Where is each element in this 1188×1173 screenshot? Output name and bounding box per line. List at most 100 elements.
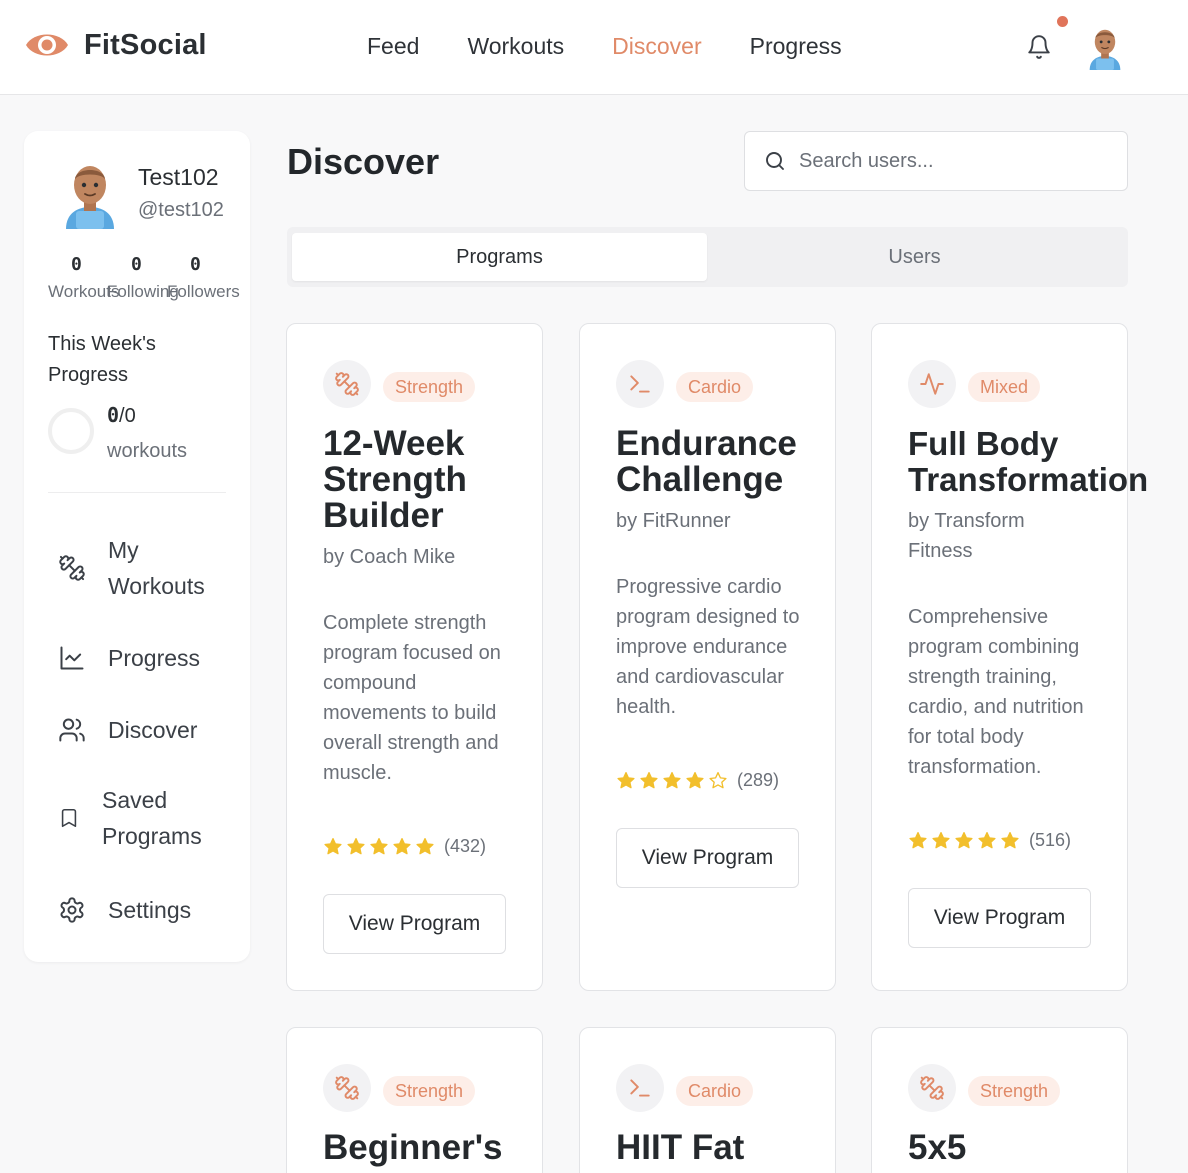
discover-tabs: Programs Users <box>287 227 1128 287</box>
rating-count: (516) <box>1029 830 1072 850</box>
view-program-button[interactable]: View Program <box>323 894 506 954</box>
profile-sidebar: Test102 @test102 0 0 0 Workouts Followin… <box>24 131 250 962</box>
workouts-count: 0 <box>71 254 82 275</box>
user-avatar[interactable] <box>1082 24 1128 70</box>
category-badge: Strength <box>383 372 476 402</box>
category-badge: Mixed <box>968 372 1041 402</box>
star-filled-icon <box>978 831 996 848</box>
view-program-button[interactable]: View Program <box>616 828 799 888</box>
category-badge: Cardio <box>676 372 754 402</box>
sidebar-item-saved-programs[interactable]: Saved Programs <box>58 782 222 854</box>
profile-name: Test102 <box>138 164 219 190</box>
week-progress-count: 0/0 <box>107 403 136 428</box>
star-filled-icon <box>640 771 658 788</box>
tab-programs[interactable]: Programs <box>292 233 707 281</box>
program-card: Strength 5x5 <box>871 1027 1128 1173</box>
app-logo[interactable]: FitSocial <box>24 28 207 62</box>
nav-feed[interactable]: Feed <box>367 33 419 60</box>
star-filled-icon <box>324 837 342 854</box>
program-description: Comprehensive program combining strength… <box>908 606 1084 778</box>
dumbbell-icon <box>335 372 359 396</box>
rating-count: (432) <box>444 836 487 856</box>
main-nav: Feed Workouts Discover Progress <box>367 33 842 60</box>
sidebar-label-discover: Discover <box>108 717 198 743</box>
program-title: 5x5 <box>908 1128 967 1167</box>
star-filled-icon <box>1001 831 1019 848</box>
rating-count: (289) <box>737 770 780 790</box>
sidebar-divider <box>48 492 226 493</box>
page-title: Discover <box>287 141 440 182</box>
progress-ring <box>48 408 94 454</box>
sidebar-item-my-workouts[interactable]: My Workouts <box>58 532 218 604</box>
program-title: Full Body Transformation <box>908 425 1149 498</box>
star-filled-icon <box>370 837 388 854</box>
bell-icon[interactable] <box>1026 33 1052 61</box>
program-rating: (516) <box>908 830 1071 851</box>
program-card: Strength 12-Week Strength Builder by Coa… <box>286 323 543 991</box>
dumbbell-icon <box>920 1076 944 1100</box>
star-filled-icon <box>932 831 950 848</box>
following-count: 0 <box>131 254 142 275</box>
search-box <box>744 131 1128 191</box>
followers-count: 0 <box>190 254 201 275</box>
bookmark-icon <box>61 808 77 828</box>
program-icon-wrap <box>908 360 956 408</box>
program-card: Strength Beginner's <box>286 1027 543 1173</box>
followers-label: Followers <box>167 282 240 301</box>
search-input[interactable] <box>799 149 1099 173</box>
nav-discover[interactable]: Discover <box>612 33 701 60</box>
star-filled-icon <box>686 771 704 788</box>
program-icon-wrap <box>908 1064 956 1112</box>
program-icon-wrap <box>616 360 664 408</box>
week-done: 0 <box>107 403 120 427</box>
program-icon-wrap <box>323 360 371 408</box>
users-icon <box>59 718 85 742</box>
star-filled-icon <box>416 837 434 854</box>
week-progress-unit: workouts <box>107 440 188 462</box>
program-icon-wrap <box>616 1064 664 1112</box>
terminal-icon <box>630 1079 650 1097</box>
star-filled-icon <box>909 831 927 848</box>
program-title: HIIT Fat <box>616 1128 745 1167</box>
chart-icon <box>60 646 84 670</box>
program-author: by Transform Fitness <box>908 510 1025 562</box>
dumbbell-icon <box>335 1076 359 1100</box>
top-header: FitSocial Feed Workouts Discover Progres… <box>0 0 1188 95</box>
sidebar-item-settings[interactable]: Settings <box>58 892 191 928</box>
app-name: FitSocial <box>84 28 207 61</box>
program-icon-wrap <box>323 1064 371 1112</box>
terminal-icon <box>630 375 650 393</box>
sidebar-label-progress: Progress <box>108 645 201 671</box>
program-title: 12-Week Strength Builder <box>323 424 467 535</box>
sidebar-item-progress[interactable]: Progress <box>58 640 200 676</box>
activity-icon <box>920 373 944 395</box>
program-card: Cardio HIIT Fat <box>579 1027 836 1173</box>
category-badge: Strength <box>968 1076 1061 1106</box>
profile-avatar <box>66 166 114 229</box>
gear-icon <box>60 897 84 923</box>
sidebar-label-my-workouts: My Workouts <box>108 537 205 599</box>
program-rating: (289) <box>616 770 779 791</box>
program-description: Complete strength program focused on com… <box>323 612 501 784</box>
eye-logo-icon <box>26 34 68 56</box>
star-empty-icon <box>709 771 727 788</box>
profile-handle: @test102 <box>138 199 224 221</box>
program-card: Mixed Full Body Transformation by Transf… <box>871 323 1148 991</box>
nav-progress[interactable]: Progress <box>750 33 842 60</box>
week-total: /0 <box>119 405 136 427</box>
program-title: Endurance Challenge <box>616 424 797 499</box>
category-badge: Cardio <box>676 1076 754 1106</box>
search-icon <box>766 152 784 170</box>
program-card: Cardio Endurance Challenge by FitRunner … <box>579 323 836 991</box>
program-author: by FitRunner <box>616 510 731 532</box>
program-title: Beginner's <box>323 1128 503 1167</box>
sidebar-item-discover[interactable]: Discover <box>58 712 197 748</box>
program-author: by Coach Mike <box>323 546 456 568</box>
dumbbell-icon <box>59 555 85 581</box>
tab-users[interactable]: Users <box>707 233 1122 281</box>
sidebar-label-saved-programs: Saved Programs <box>102 787 202 849</box>
nav-workouts[interactable]: Workouts <box>467 33 564 60</box>
program-rating: (432) <box>323 836 486 857</box>
star-filled-icon <box>393 837 411 854</box>
view-program-button[interactable]: View Program <box>908 888 1091 948</box>
